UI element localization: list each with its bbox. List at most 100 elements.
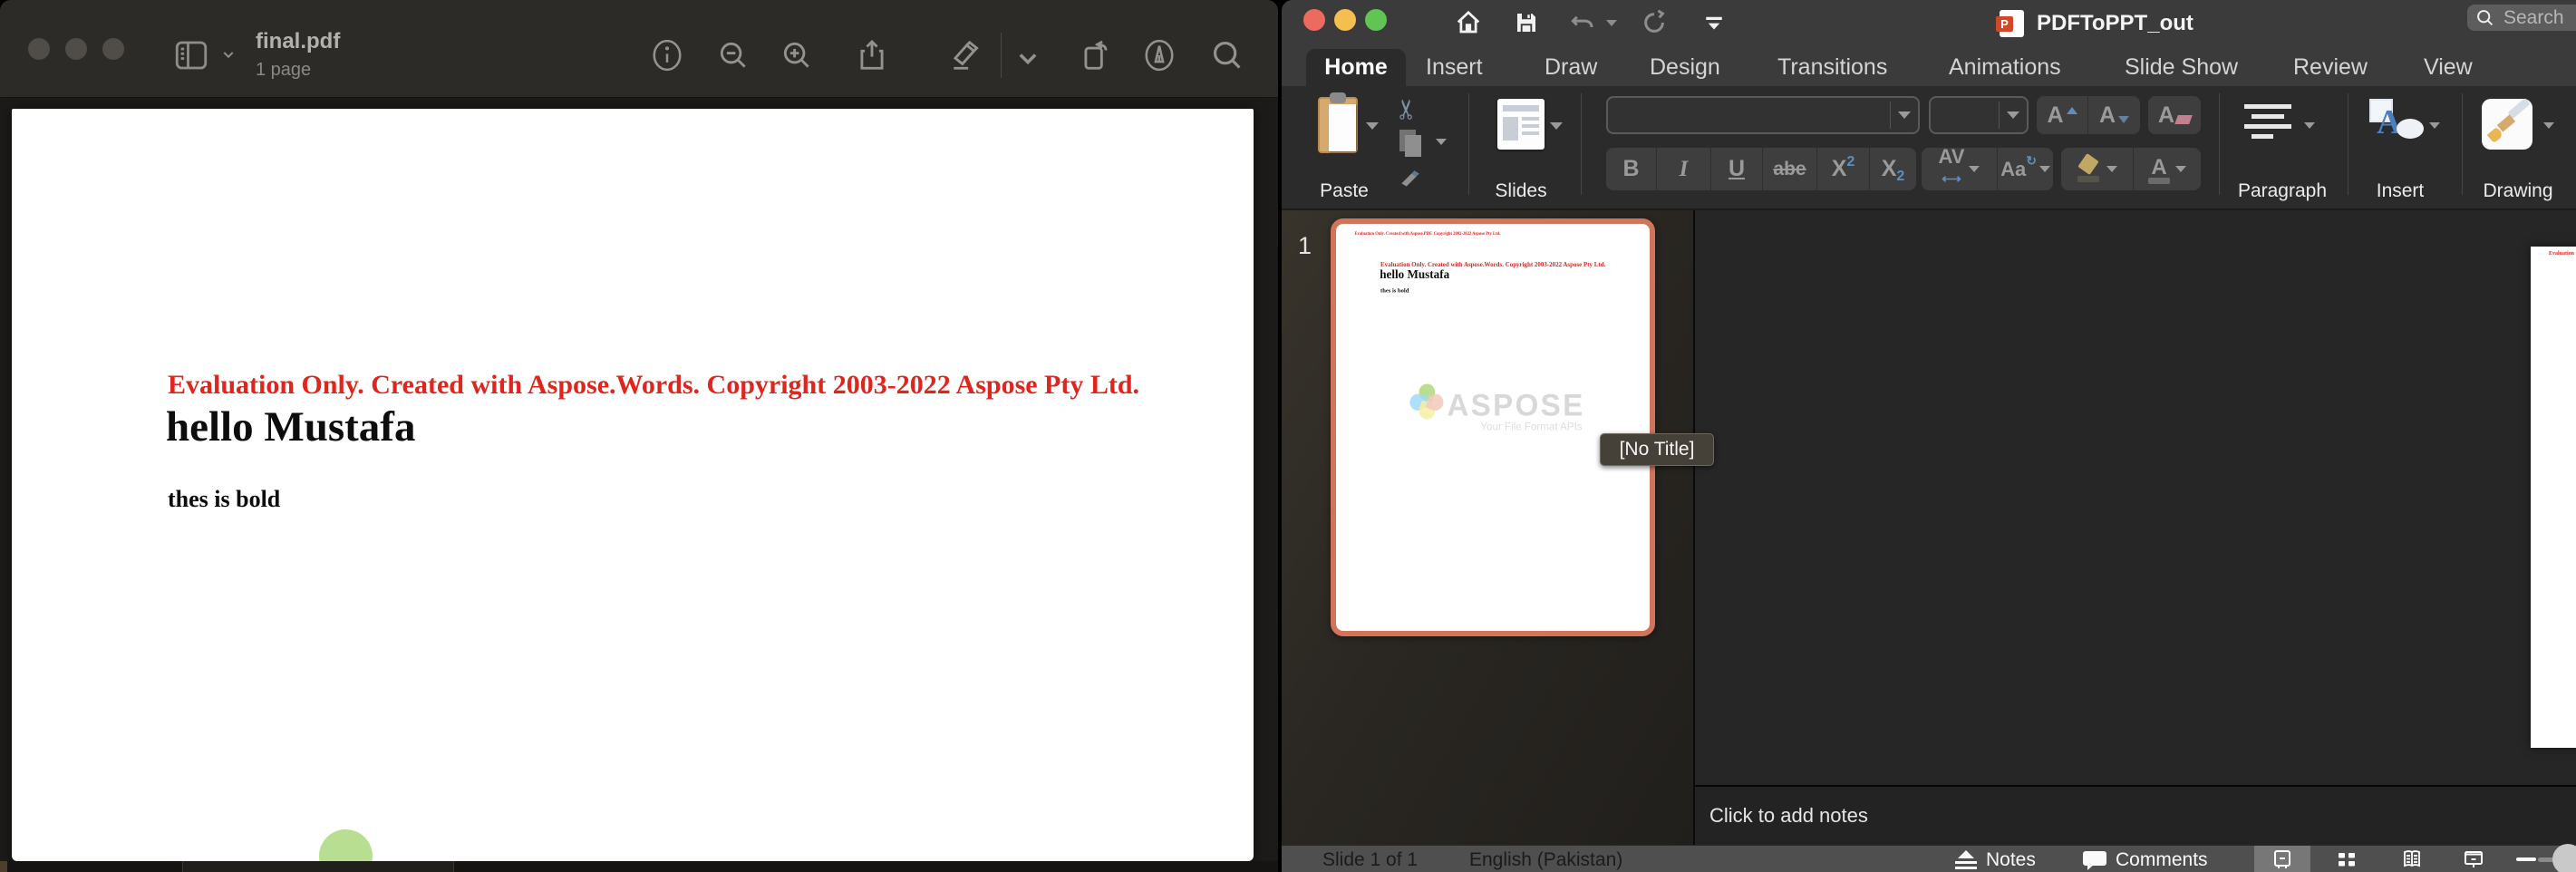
redo-icon[interactable] [1641, 9, 1668, 36]
decrease-font-button[interactable]: A [2088, 96, 2140, 134]
format-painter-icon[interactable] [1398, 168, 1421, 191]
search-box[interactable]: Search [2467, 5, 2576, 31]
insert-dropdown-icon[interactable] [2429, 122, 2440, 129]
tab-slide-show[interactable]: Slide Show [2125, 54, 2238, 81]
pdf-page[interactable]: Evaluation Only. Created with Aspose.Wor… [12, 109, 1254, 861]
workspace: 1 Evaluation Only. Created with Aspose.P… [1282, 210, 2576, 845]
tab-view[interactable]: View [2424, 54, 2473, 81]
notes-toggle-label[interactable]: Notes [1986, 849, 2036, 871]
slide-canvas[interactable]: Evaluation Only. Created with Aspose.PDF… [2531, 247, 2576, 748]
slides-dropdown-icon[interactable] [1550, 122, 1563, 130]
dropdown-icon [1969, 166, 1980, 172]
change-case-button[interactable]: Aa ↻ [1998, 148, 2053, 190]
tab-animations[interactable]: Animations [1949, 54, 2061, 81]
powerpoint-titlebar: P PDFToPPT_out Search [1282, 0, 2576, 45]
zoom-out-button[interactable] [2516, 857, 2536, 861]
tab-transitions[interactable]: Transitions [1777, 54, 1887, 81]
slide-thumbnail-panel[interactable]: 1 Evaluation Only. Created with Aspose.P… [1282, 210, 1693, 845]
dock-segment [182, 861, 454, 872]
slides-label: Slides [1488, 180, 1554, 202]
zoom-window-button[interactable] [1365, 9, 1387, 31]
markup-chevron-down-icon[interactable] [1015, 45, 1041, 71]
sidebar-toggle-icon[interactable] [172, 36, 210, 71]
slide-thumbnail[interactable]: Evaluation Only. Created with Aspose.PDF… [1331, 218, 1655, 636]
minimize-button[interactable] [1334, 9, 1356, 31]
comments-icon[interactable] [2083, 848, 2106, 872]
character-spacing-button[interactable]: AV ⟷ [1922, 148, 1998, 190]
paragraph-dropdown-icon[interactable] [2304, 122, 2315, 129]
zoom-out-icon[interactable] [716, 38, 751, 73]
pdf-body-text: thes is bold [168, 486, 280, 513]
cut-icon[interactable]: ✂ [1391, 98, 1423, 121]
info-icon[interactable] [650, 38, 684, 73]
slide-content[interactable]: Evaluation Only. Created with Aspose.PDF… [1341, 228, 1645, 626]
drawing-dropdown-icon[interactable] [2543, 122, 2554, 129]
zoom-slider-knob[interactable] [2552, 844, 2576, 872]
new-slide-icon[interactable] [1497, 99, 1545, 150]
bold-button[interactable]: B [1606, 148, 1657, 190]
insert-icon[interactable]: A [2369, 99, 2424, 150]
paste-dropdown-icon[interactable] [1366, 122, 1379, 130]
notes-panel[interactable]: Click to add notes [1695, 785, 2576, 845]
dock-segment [0, 861, 7, 872]
save-icon[interactable] [1513, 9, 1540, 36]
slide-body-text: thes is bold [1380, 286, 1409, 294]
markup-pencil-icon[interactable] [948, 38, 983, 73]
reading-view-button[interactable] [2384, 846, 2440, 872]
underline-button[interactable]: U [1711, 148, 1763, 190]
page-count: 1 page [256, 60, 340, 81]
annotate-icon[interactable] [1142, 38, 1177, 73]
normal-view-button[interactable] [2254, 846, 2310, 872]
group-divider [2462, 93, 2463, 195]
rotate-icon[interactable] [1079, 38, 1113, 73]
preview-titlebar: final.pdf 1 page [0, 0, 1278, 98]
clear-formatting-button[interactable]: A [2148, 96, 2201, 134]
share-icon[interactable] [855, 38, 889, 73]
language-indicator[interactable]: English (Pakistan) [1469, 849, 1622, 871]
tab-draw[interactable]: Draw [1545, 54, 1597, 81]
curved-arrow-icon: ↻ [2026, 153, 2037, 169]
increase-font-button[interactable]: A [2037, 96, 2088, 134]
font-color-button[interactable]: A [2134, 148, 2201, 190]
ribbon: Paste ✂ Slides [1282, 86, 2576, 210]
notes-placeholder: Click to add notes [1709, 804, 1868, 828]
eraser-icon [2174, 115, 2193, 124]
drawing-icon[interactable] [2482, 99, 2532, 150]
tab-review[interactable]: Review [2293, 54, 2368, 81]
slide-show-button[interactable] [2445, 846, 2502, 872]
aspose-pdf-watermark-text: Evaluation Only. Created with Aspose.PDF… [2549, 251, 2576, 257]
close-button[interactable] [1303, 9, 1325, 31]
slide-editor-area: Evaluation Only. Created with Aspose.PDF… [1695, 210, 2576, 785]
strikethrough-button[interactable]: abe [1763, 148, 1817, 190]
aspose-pdf-watermark-text: Evaluation Only. Created with Aspose.PDF… [1354, 232, 1500, 237]
undo-chevron-down-icon[interactable] [1606, 20, 1617, 26]
comments-label[interactable]: Comments [2116, 849, 2208, 871]
subscript-button[interactable]: X2 [1870, 148, 1916, 190]
font-name-combo[interactable] [1606, 96, 1920, 134]
slide-content[interactable]: Evaluation Only. Created with Aspose.PDF… [2531, 247, 2576, 748]
toolbar-divider [1001, 33, 1002, 78]
paste-clipboard-icon[interactable] [1318, 97, 1358, 153]
home-icon[interactable] [1455, 9, 1482, 36]
window-title: PDFToPPT_out [2037, 11, 2193, 36]
undo-icon[interactable] [1569, 9, 1596, 36]
highlight-button[interactable] [2061, 148, 2134, 190]
zoom-in-icon[interactable] [780, 38, 814, 73]
tab-home[interactable]: Home [1306, 49, 1406, 86]
notes-toggle-icon[interactable] [1954, 848, 1978, 872]
superscript-button[interactable]: X2 [1817, 148, 1870, 190]
customize-toolbar-icon[interactable] [1700, 9, 1728, 36]
tab-insert[interactable]: Insert [1426, 54, 1483, 81]
paragraph-icon[interactable] [2244, 104, 2300, 148]
slide-sorter-view-button[interactable] [2319, 846, 2375, 872]
copy-dropdown-icon[interactable] [1436, 139, 1447, 145]
search-icon[interactable] [1210, 38, 1244, 73]
tab-design[interactable]: Design [1650, 54, 1720, 81]
close-button[interactable] [28, 38, 50, 60]
minimize-button[interactable] [65, 38, 87, 60]
font-size-combo[interactable] [1929, 96, 2029, 134]
italic-button[interactable]: I [1657, 148, 1711, 190]
zoom-window-button[interactable] [102, 38, 124, 60]
slide-indicator: Slide 1 of 1 [1322, 849, 1418, 871]
sidebar-chevron-down-icon[interactable] [221, 47, 236, 62]
